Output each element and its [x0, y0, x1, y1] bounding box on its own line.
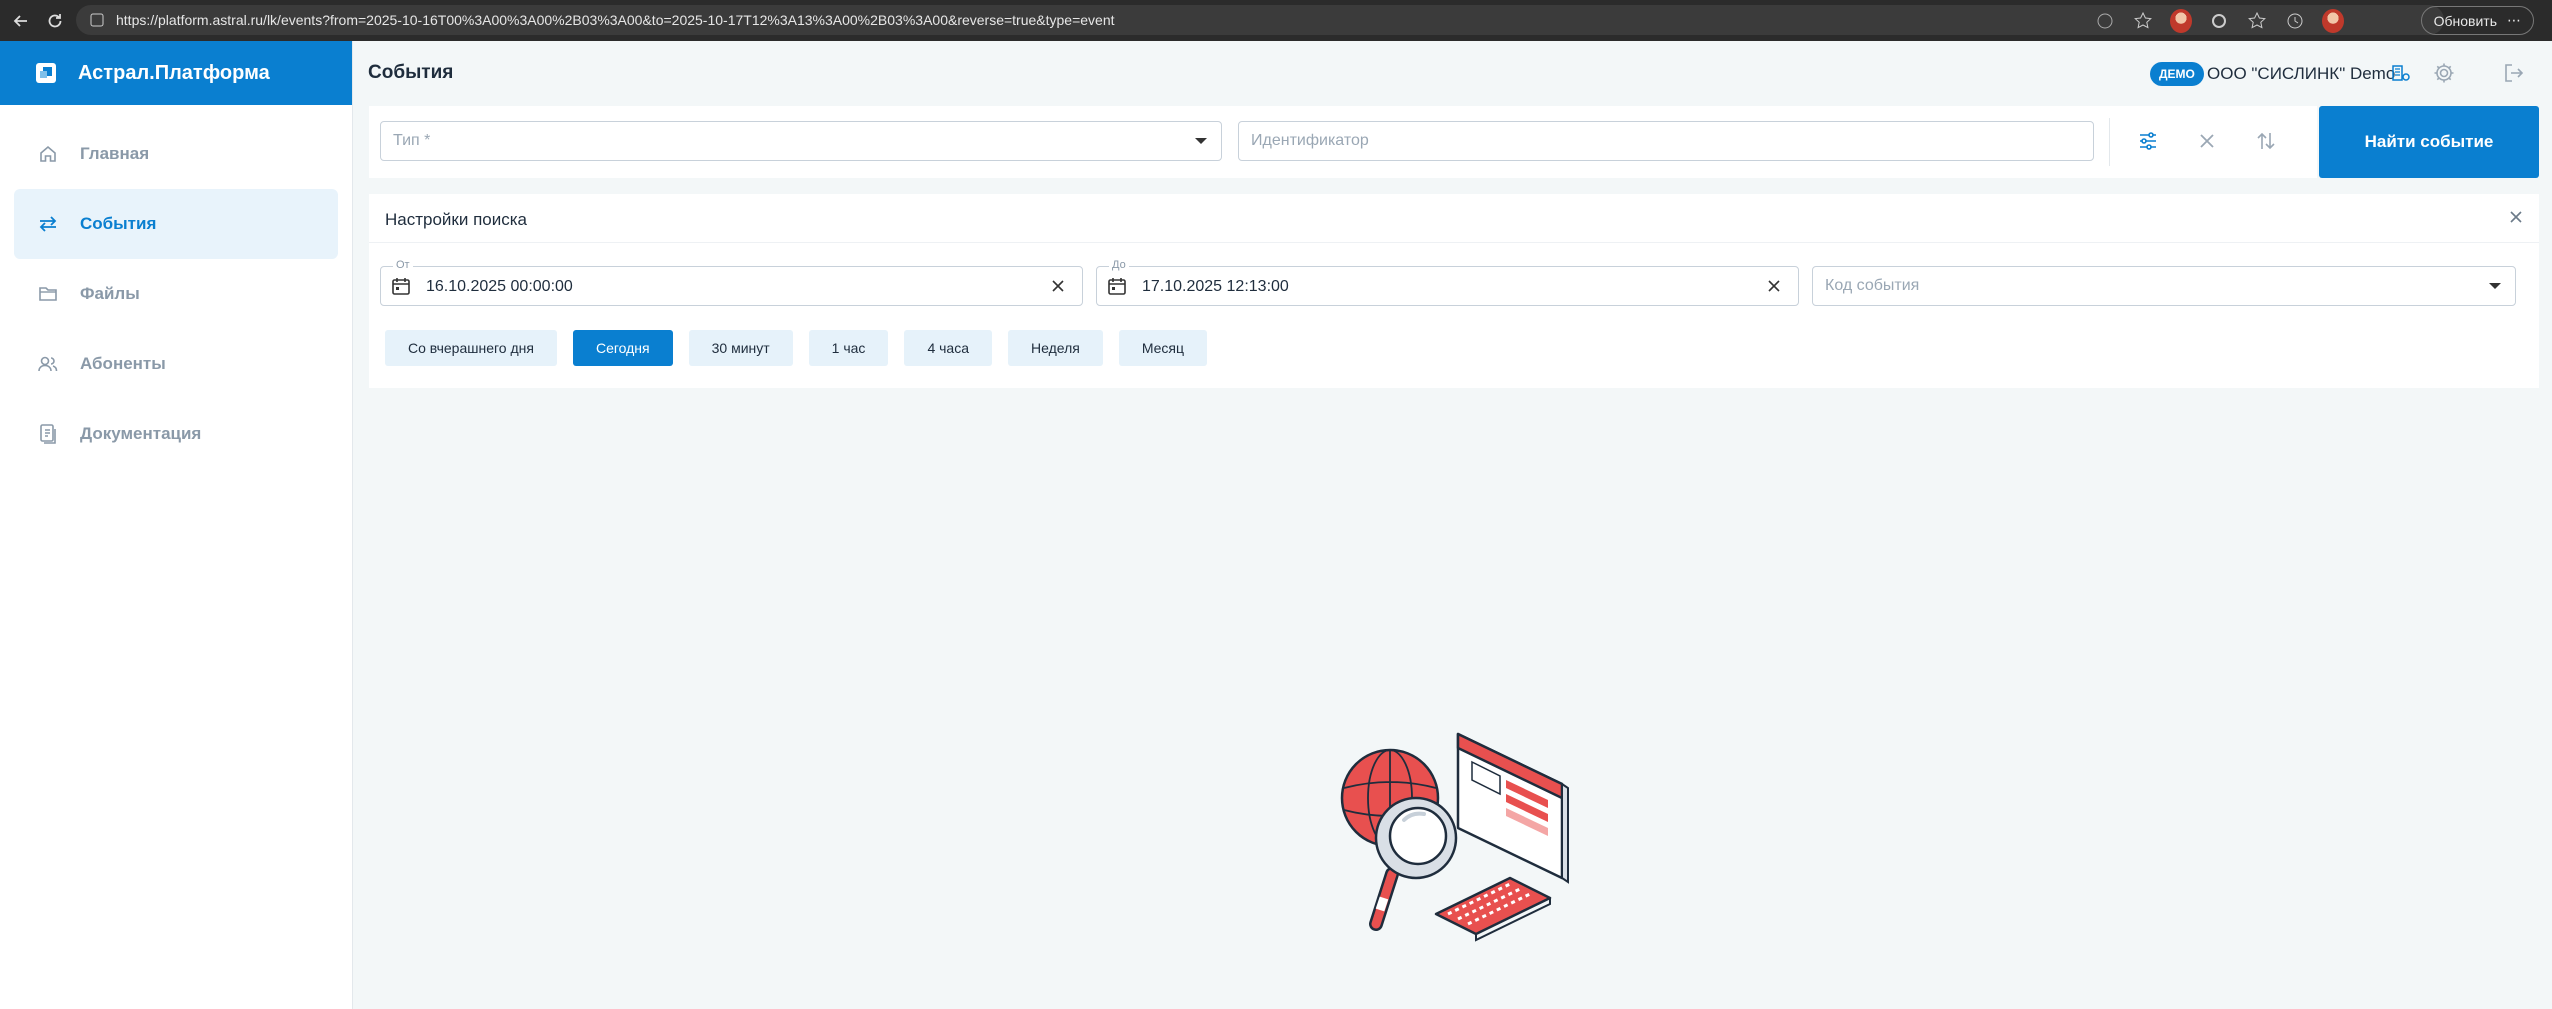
url-text: https://platform.astral.ru/lk/events?fro…: [116, 12, 1115, 28]
history-icon[interactable]: [2284, 10, 2306, 32]
organization-settings-icon[interactable]: [2391, 63, 2411, 83]
date-to-value: 17.10.2025 12:13:00: [1142, 278, 1289, 295]
date-to-field[interactable]: До 17.10.2025 12:13:00: [1096, 259, 1799, 306]
chevron-down-icon: [2489, 283, 2501, 289]
extension-icon[interactable]: [2208, 10, 2230, 32]
home-icon: [36, 142, 60, 166]
sidebar-item-home[interactable]: Главная: [14, 119, 338, 189]
empty-search-illustration: [1340, 732, 1569, 942]
back-icon[interactable]: [8, 8, 34, 34]
favorite-star-icon[interactable]: [2132, 10, 2154, 32]
logout-icon[interactable]: [2502, 61, 2526, 85]
swap-arrows-icon: [36, 212, 60, 236]
update-browser-button[interactable]: Обновить ⋯: [2420, 6, 2534, 35]
sidebar-item-events[interactable]: События: [14, 189, 338, 259]
magnifier-graphic: [1369, 796, 1458, 931]
event-code-select[interactable]: Код события: [1812, 266, 2516, 306]
sidebar-item-subscribers[interactable]: Абоненты: [14, 329, 338, 399]
collections-icon[interactable]: [2246, 10, 2268, 32]
time-range-presets: Со вчерашнего дня Сегодня 30 минут 1 час…: [385, 330, 1223, 366]
address-bar[interactable]: https://platform.astral.ru/lk/events?fro…: [76, 5, 2444, 35]
toolbar-divider: [2109, 118, 2110, 166]
preset-since-yesterday[interactable]: Со вчерашнего дня: [385, 330, 557, 366]
more-icon[interactable]: ⋯: [2507, 12, 2521, 29]
update-label: Обновить: [2433, 12, 2497, 29]
sidebar-item-label: Абоненты: [80, 354, 166, 373]
event-code-placeholder: Код события: [1825, 277, 1920, 294]
date-from-label: От: [393, 259, 413, 271]
page-title: События: [368, 62, 454, 83]
preset-4-hours[interactable]: 4 часа: [904, 330, 992, 366]
clear-date-from-icon[interactable]: [1050, 278, 1066, 294]
close-icon[interactable]: [2507, 208, 2525, 226]
search-settings-panel: Настройки поиска От 16.10.2025 00:00:00 …: [369, 194, 2539, 388]
extension-avatar-icon[interactable]: [2170, 8, 2192, 33]
sort-order-icon[interactable]: [2251, 126, 2281, 156]
browser-toolbar: https://platform.astral.ru/lk/events?fro…: [0, 0, 2552, 41]
gear-icon[interactable]: [2432, 61, 2456, 85]
identifier-placeholder: Идентификатор: [1251, 132, 1369, 149]
preset-month[interactable]: Месяц: [1118, 330, 1208, 366]
document-icon: [36, 422, 60, 446]
keyboard-graphic: [1434, 876, 1552, 942]
search-settings-title: Настройки поиска: [385, 210, 528, 229]
date-from-value: 16.10.2025 00:00:00: [426, 278, 573, 295]
users-icon: [36, 352, 60, 376]
filter-bar: Тип * Идентификатор: [369, 106, 2317, 178]
sidebar-item-documentation[interactable]: Документация: [14, 399, 338, 469]
sidebar-nav: Главная События Файлы Абоненты Документа…: [0, 105, 352, 469]
site-info-icon[interactable]: [90, 13, 104, 27]
reload-icon[interactable]: [42, 8, 68, 34]
folder-icon: [36, 282, 60, 306]
profile-avatar-icon[interactable]: [2322, 8, 2344, 33]
calendar-icon[interactable]: [1107, 276, 1127, 296]
divider: [369, 242, 2539, 243]
find-event-button[interactable]: Найти событие: [2319, 106, 2539, 178]
preset-week[interactable]: Неделя: [1007, 330, 1103, 366]
sidebar-item-label: События: [80, 214, 157, 233]
preset-30-minutes[interactable]: 30 минут: [688, 330, 793, 366]
browser-actions: [2094, 0, 2344, 41]
sidebar-item-label: Главная: [80, 144, 150, 163]
sidebar-item-files[interactable]: Файлы: [14, 259, 338, 329]
organization-name[interactable]: ООО "СИСЛИНК" Demo: [2207, 64, 2395, 84]
demo-badge: ДЕМО: [2150, 62, 2204, 86]
clear-filters-icon[interactable]: [2192, 126, 2222, 156]
monitor-graphic: [1456, 732, 1569, 884]
type-select[interactable]: Тип *: [380, 121, 1222, 161]
sidebar: Астрал.Платформа Главная События Файлы А…: [0, 41, 353, 1009]
filter-settings-icon[interactable]: [2133, 126, 2163, 156]
clear-date-to-icon[interactable]: [1766, 278, 1782, 294]
date-from-field[interactable]: От 16.10.2025 00:00:00: [380, 259, 1083, 306]
sidebar-item-label: Документация: [80, 424, 202, 443]
date-to-label: До: [1109, 259, 1129, 271]
preset-1-hour[interactable]: 1 час: [808, 330, 889, 366]
calendar-icon[interactable]: [391, 276, 411, 296]
sidebar-item-label: Файлы: [80, 284, 140, 303]
brand-header[interactable]: Астрал.Платформа: [0, 41, 352, 105]
type-placeholder: Тип *: [393, 132, 431, 149]
brand-logo-icon: [36, 63, 56, 83]
brand-name: Астрал.Платформа: [78, 61, 270, 84]
reading-mode-icon[interactable]: [2094, 10, 2116, 32]
chevron-down-icon: [1195, 138, 1207, 144]
identifier-input[interactable]: Идентификатор: [1238, 121, 2094, 161]
preset-today[interactable]: Сегодня: [572, 330, 673, 366]
